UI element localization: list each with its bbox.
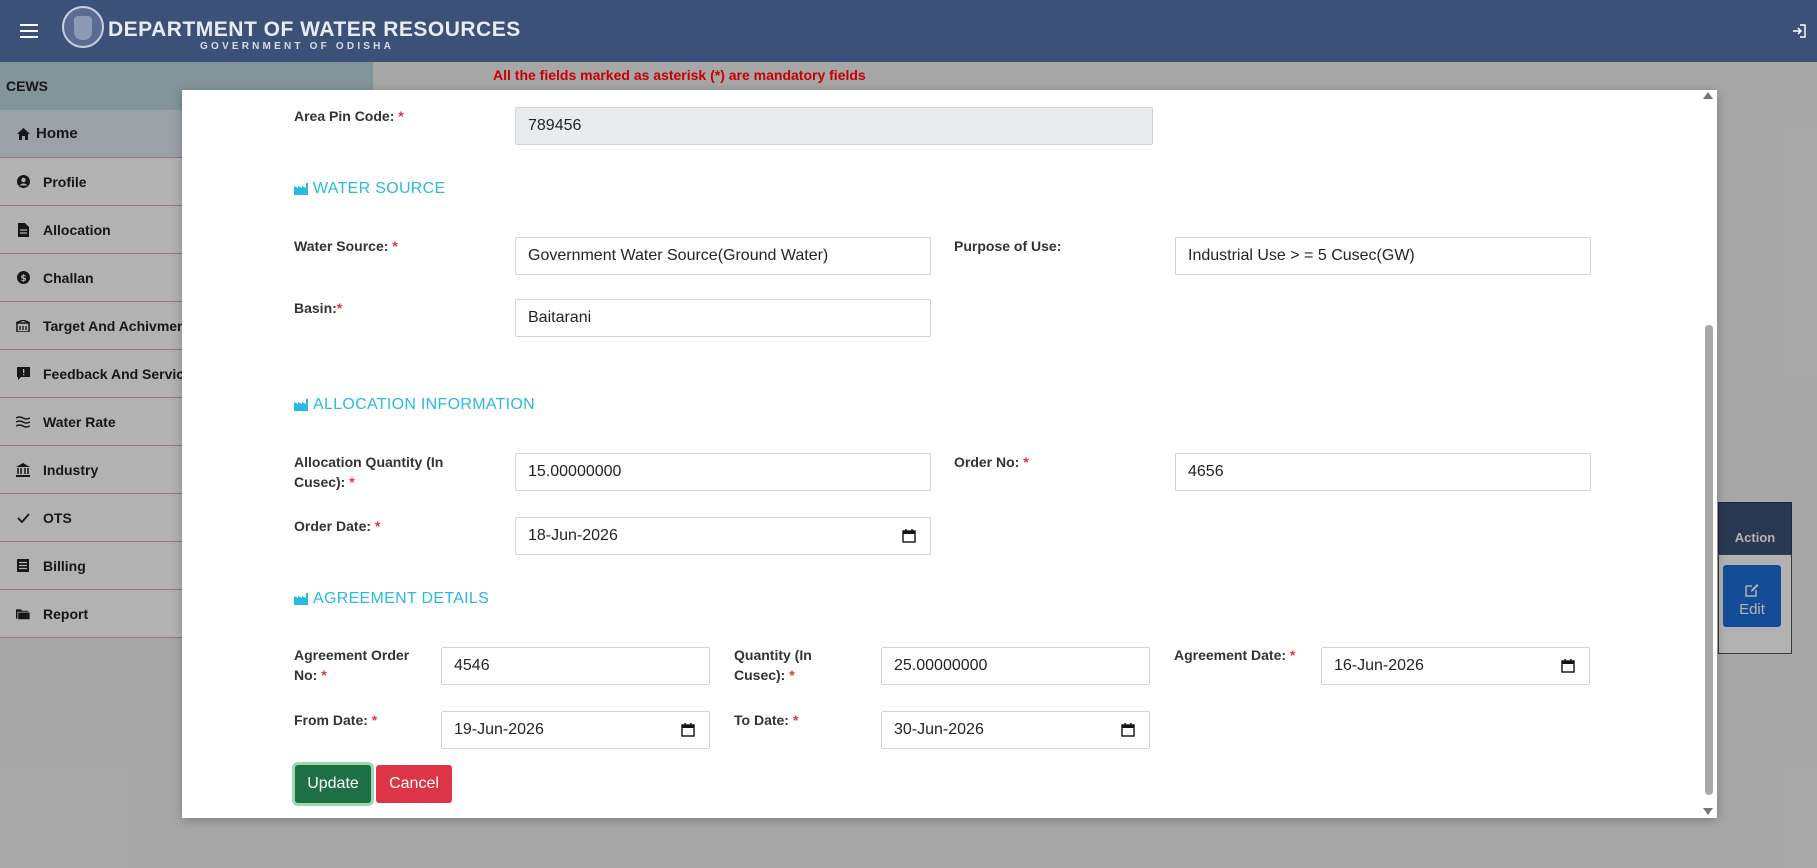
from-date-label: From Date: * [294, 712, 378, 728]
to-date-label: To Date: * [734, 712, 799, 728]
agreement-date-label: Agreement Date: * [1174, 647, 1296, 663]
allocation-information-section-title: ALLOCATION INFORMATION [294, 396, 535, 414]
from-date-field[interactable]: 19-Jun-2026 [441, 711, 710, 749]
agreement-order-no-label: Agreement Order No: * [294, 647, 410, 683]
required-marker: * [789, 667, 795, 683]
agreement-details-section-title: AGREEMENT DETAILS [294, 590, 489, 608]
purpose-of-use-field[interactable] [1175, 237, 1591, 275]
allocation-quantity-label: Allocation Quantity (In Cusec): * [294, 454, 444, 490]
calendar-icon[interactable] [1561, 659, 1575, 673]
department-subtitle: GOVERNMENT OF ODISHA [200, 41, 395, 52]
agreement-date-field[interactable]: 16-Jun-2026 [1321, 647, 1590, 685]
water-source-section-title: WATER SOURCE [294, 180, 446, 198]
top-header: DEPARTMENT OF WATER RESOURCES GOVERNMENT… [0, 0, 1817, 62]
industry-icon [294, 183, 308, 195]
order-date-field[interactable]: 18-Jun-2026 [515, 517, 931, 555]
required-marker: * [1289, 647, 1296, 663]
order-date-label: Order Date: * [294, 518, 381, 534]
calendar-icon[interactable] [681, 723, 695, 737]
menu-icon[interactable] [20, 24, 38, 38]
department-title: DEPARTMENT OF WATER RESOURCES [108, 18, 521, 41]
calendar-icon[interactable] [1121, 723, 1135, 737]
to-date-field[interactable]: 30-Jun-2026 [881, 711, 1150, 749]
odisha-emblem-logo [62, 6, 104, 48]
basin-label: Basin:* [294, 300, 343, 316]
logout-icon[interactable] [1792, 24, 1806, 38]
quantity-label: Quantity (In Cusec): * [734, 647, 812, 683]
area-pin-code-field[interactable] [515, 107, 1153, 145]
order-no-field[interactable] [1175, 453, 1591, 491]
edit-allocation-modal: Area Pin Code: * WATER SOURCE Water Sour… [182, 90, 1717, 818]
required-marker: * [398, 108, 404, 124]
allocation-quantity-field[interactable] [515, 453, 931, 491]
water-source-field[interactable] [515, 237, 931, 275]
required-marker: * [371, 712, 378, 728]
water-source-label: Water Source: * [294, 238, 398, 254]
purpose-of-use-label: Purpose of Use: [954, 238, 1062, 254]
required-marker: * [321, 667, 327, 683]
required-marker: * [336, 300, 343, 316]
required-marker: * [792, 712, 799, 728]
industry-icon [294, 593, 308, 605]
required-marker: * [374, 518, 381, 534]
basin-field[interactable] [515, 299, 931, 337]
modal-scrollbar[interactable] [1705, 325, 1713, 795]
required-marker: * [349, 474, 355, 490]
quantity-field[interactable] [881, 647, 1150, 685]
scroll-down-arrow-icon[interactable] [1703, 808, 1713, 815]
required-marker: * [392, 238, 398, 254]
cancel-button[interactable]: Cancel [376, 765, 452, 803]
required-marker: * [1023, 454, 1029, 470]
area-pin-code-label: Area Pin Code: * [294, 108, 404, 124]
order-no-label: Order No: * [954, 454, 1029, 470]
update-button[interactable]: Update [295, 765, 371, 803]
industry-icon [294, 399, 308, 411]
calendar-icon[interactable] [902, 529, 916, 543]
agreement-order-no-field[interactable] [441, 647, 710, 685]
mandatory-notice: All the fields marked as asterisk (*) ar… [493, 67, 866, 83]
scroll-up-arrow-icon[interactable] [1703, 92, 1713, 99]
